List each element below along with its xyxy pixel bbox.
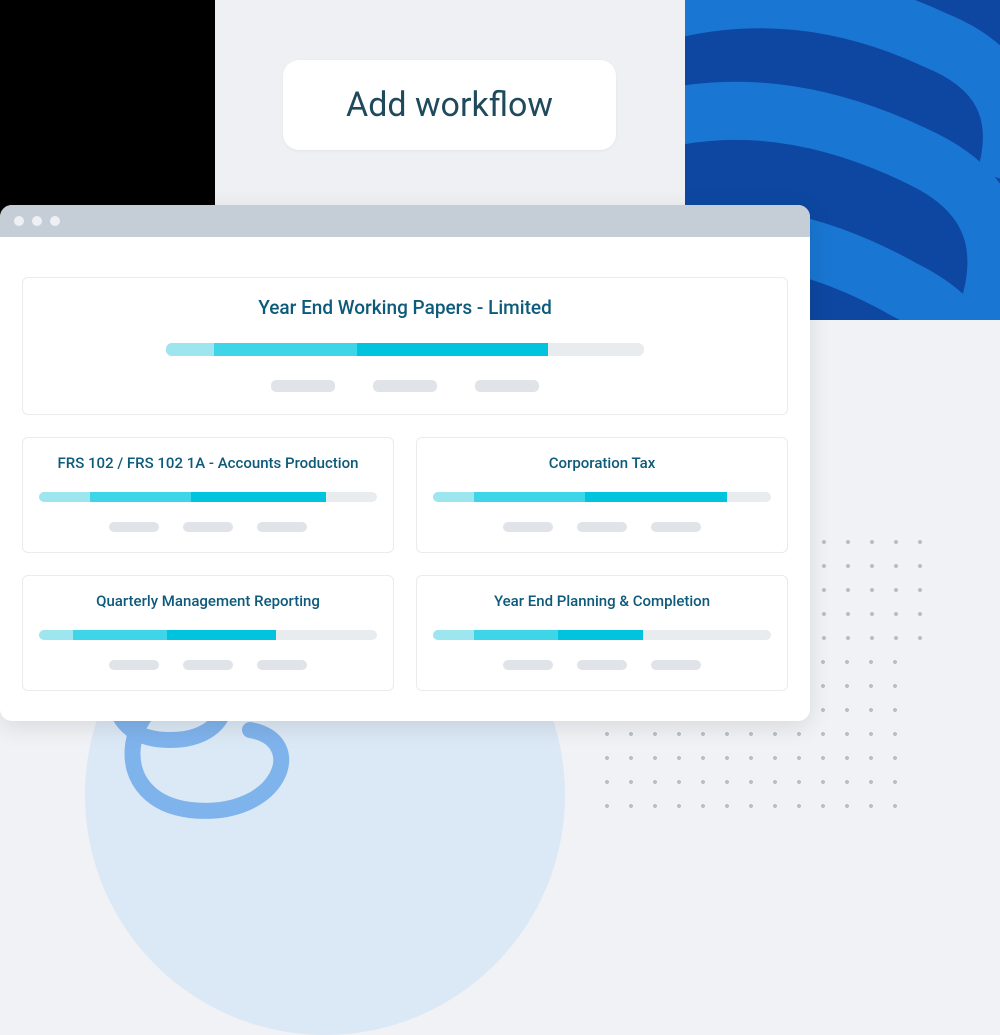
progress-bar xyxy=(433,492,771,502)
browser-window: Year End Working Papers - Limited FRS 10… xyxy=(0,205,810,721)
window-dot-icon xyxy=(32,216,42,226)
workflow-card-title: Year End Planning & Completion xyxy=(433,592,771,610)
progress-bar xyxy=(166,343,644,356)
progress-bar xyxy=(39,492,377,502)
workflow-card-main[interactable]: Year End Working Papers - Limited xyxy=(22,277,788,415)
card-placeholders xyxy=(39,522,377,532)
card-placeholders xyxy=(43,380,767,392)
workflow-card[interactable]: FRS 102 / FRS 102 1A - Accounts Producti… xyxy=(22,437,394,553)
workflow-card-title: Year End Working Papers - Limited xyxy=(43,296,767,319)
progress-bar xyxy=(433,630,771,640)
add-workflow-label: Add workflow xyxy=(346,85,553,125)
decorative-dots xyxy=(812,530,942,660)
browser-titlebar xyxy=(0,205,810,237)
workflow-card[interactable]: Year End Planning & Completion xyxy=(416,575,788,691)
workflow-card-title: Corporation Tax xyxy=(433,454,771,472)
workflow-card[interactable]: Quarterly Management Reporting xyxy=(22,575,394,691)
workflow-card[interactable]: Corporation Tax xyxy=(416,437,788,553)
card-placeholders xyxy=(433,522,771,532)
workflow-card-title: Quarterly Management Reporting xyxy=(39,592,377,610)
card-placeholders xyxy=(39,660,377,670)
card-placeholders xyxy=(433,660,771,670)
workflow-card-title: FRS 102 / FRS 102 1A - Accounts Producti… xyxy=(39,454,377,472)
window-dot-icon xyxy=(14,216,24,226)
window-dot-icon xyxy=(50,216,60,226)
progress-bar xyxy=(39,630,377,640)
add-workflow-button[interactable]: Add workflow xyxy=(283,60,616,150)
browser-content: Year End Working Papers - Limited FRS 10… xyxy=(0,237,810,721)
